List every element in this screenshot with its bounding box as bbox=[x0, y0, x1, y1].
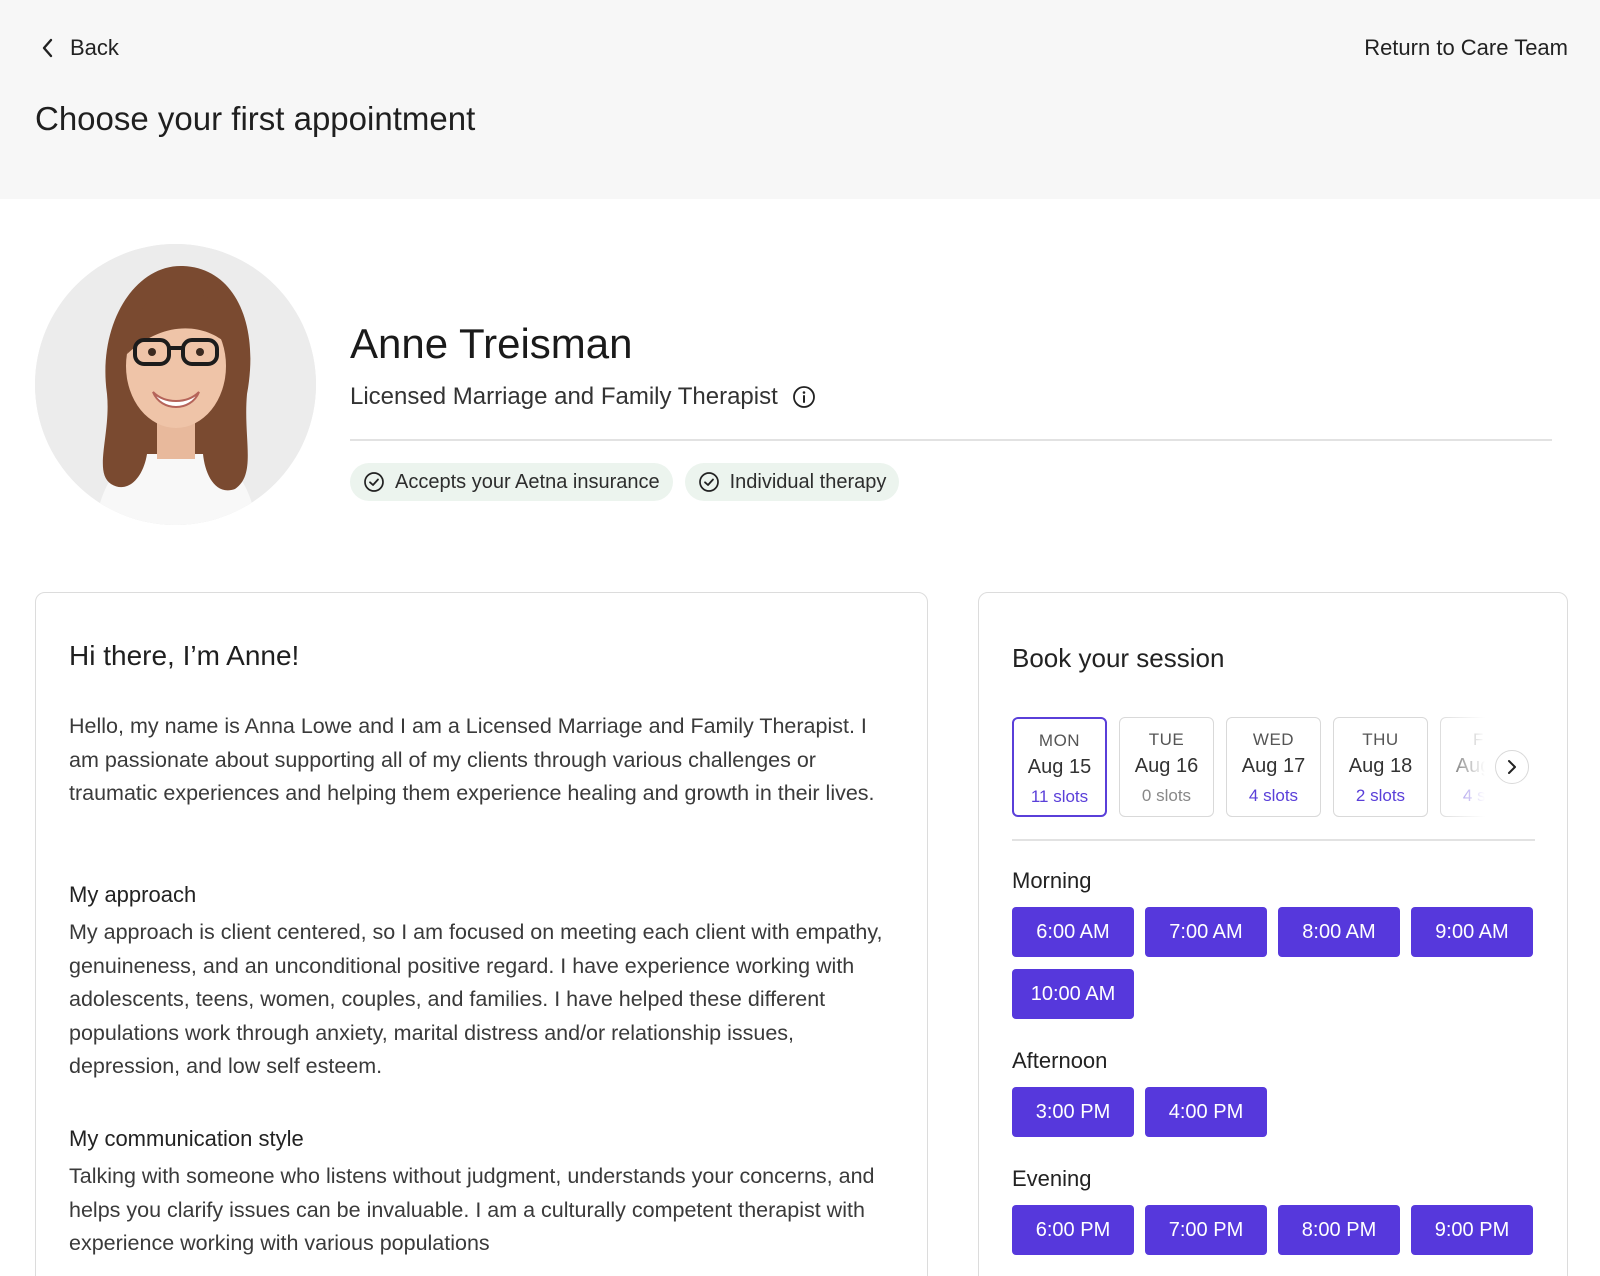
page-header: Back Return to Care Team Choose your fir… bbox=[0, 0, 1600, 199]
time-slot-button[interactable]: 7:00 PM bbox=[1145, 1205, 1267, 1255]
time-slot-button[interactable]: 8:00 AM bbox=[1278, 907, 1400, 957]
bio-intro: Hello, my name is Anna Lowe and I am a L… bbox=[69, 714, 875, 806]
time-slot-button[interactable]: 9:00 AM bbox=[1411, 907, 1533, 957]
day-of-week: MON bbox=[1038, 731, 1081, 750]
time-slot-button[interactable]: 4:00 PM bbox=[1145, 1087, 1267, 1137]
communication-text: Talking with someone who listens without… bbox=[69, 1164, 875, 1256]
day-picker: MON Aug 15 11 slots TUE Aug 16 0 slots W… bbox=[1012, 717, 1492, 819]
time-slot-button[interactable]: 8:00 PM bbox=[1278, 1205, 1400, 1255]
badge-label: Accepts your Aetna insurance bbox=[395, 470, 660, 493]
booking-card: Book your session MON Aug 15 11 slots TU… bbox=[978, 592, 1568, 1276]
chevron-right-icon bbox=[1508, 760, 1516, 774]
back-button[interactable]: Back bbox=[40, 33, 119, 63]
communication-heading: My communication style bbox=[69, 1126, 304, 1151]
day-of-week: FRI bbox=[1473, 730, 1492, 749]
day-date: Aug 16 bbox=[1134, 755, 1199, 777]
therapist-name: Anne Treisman bbox=[350, 320, 633, 367]
day-option-thu[interactable]: THU Aug 18 2 slots bbox=[1333, 717, 1428, 817]
day-date: Aug 15 bbox=[1027, 756, 1092, 778]
afternoon-label: Afternoon bbox=[1012, 1048, 1108, 1073]
therapy-type-badge: Individual therapy bbox=[684, 463, 900, 501]
check-circle-icon bbox=[698, 472, 719, 492]
therapist-photo bbox=[35, 244, 316, 525]
morning-label: Morning bbox=[1012, 868, 1092, 893]
time-slot-button[interactable]: 6:00 AM bbox=[1012, 907, 1134, 957]
day-option-wed[interactable]: WED Aug 17 4 slots bbox=[1226, 717, 1321, 817]
profile-divider bbox=[350, 439, 1552, 441]
day-date: Aug 18 bbox=[1348, 755, 1413, 777]
bio-card: Hi there, I’m Anne! Hello, my name is An… bbox=[35, 592, 928, 1276]
approach-heading: My approach bbox=[69, 882, 197, 907]
day-date: Aug 19 bbox=[1455, 755, 1492, 777]
chevron-left-icon bbox=[42, 38, 53, 58]
credential-label: Licensed Marriage and Family Therapist bbox=[350, 383, 778, 410]
slot-count: 0 slots bbox=[1141, 786, 1192, 805]
slot-count: 4 slots bbox=[1462, 786, 1492, 805]
therapist-credential: Licensed Marriage and Family Therapist bbox=[350, 381, 816, 413]
day-date: Aug 17 bbox=[1241, 755, 1306, 777]
slot-count: 2 slots bbox=[1355, 786, 1406, 805]
info-icon[interactable] bbox=[792, 385, 816, 409]
day-option-mon[interactable]: MON Aug 15 11 slots bbox=[1012, 717, 1107, 817]
badge-list: Accepts your Aetna insurance Individual … bbox=[350, 463, 900, 501]
day-of-week: THU bbox=[1362, 730, 1399, 749]
evening-label: Evening bbox=[1012, 1166, 1092, 1191]
day-of-week: TUE bbox=[1148, 730, 1185, 749]
insurance-badge: Accepts your Aetna insurance bbox=[350, 463, 673, 501]
page-title: Choose your first appointment bbox=[35, 100, 476, 137]
time-slot-button[interactable]: 7:00 AM bbox=[1145, 907, 1267, 957]
time-slot-button[interactable]: 6:00 PM bbox=[1012, 1205, 1134, 1255]
time-slot-button[interactable]: 10:00 AM bbox=[1012, 969, 1134, 1019]
back-label: Back bbox=[70, 35, 119, 60]
slot-count: 4 slots bbox=[1248, 786, 1299, 805]
time-slot-button[interactable]: 9:00 PM bbox=[1411, 1205, 1533, 1255]
day-option-tue[interactable]: TUE Aug 16 0 slots bbox=[1119, 717, 1214, 817]
bio-heading: Hi there, I’m Anne! bbox=[69, 640, 300, 671]
booking-title: Book your session bbox=[1012, 643, 1225, 673]
day-of-week: WED bbox=[1252, 730, 1295, 749]
approach-text: My approach is client centered, so I am … bbox=[69, 920, 883, 1079]
next-days-button[interactable] bbox=[1495, 750, 1529, 784]
badge-label: Individual therapy bbox=[729, 470, 887, 493]
check-circle-icon bbox=[364, 472, 384, 492]
booking-divider bbox=[1012, 839, 1535, 841]
return-to-care-team-link[interactable]: Return to Care Team bbox=[1364, 33, 1568, 63]
slot-count: 11 slots bbox=[1030, 787, 1089, 806]
time-slot-button[interactable]: 3:00 PM bbox=[1012, 1087, 1134, 1137]
day-option-fri[interactable]: FRI Aug 19 4 slots bbox=[1440, 717, 1492, 817]
